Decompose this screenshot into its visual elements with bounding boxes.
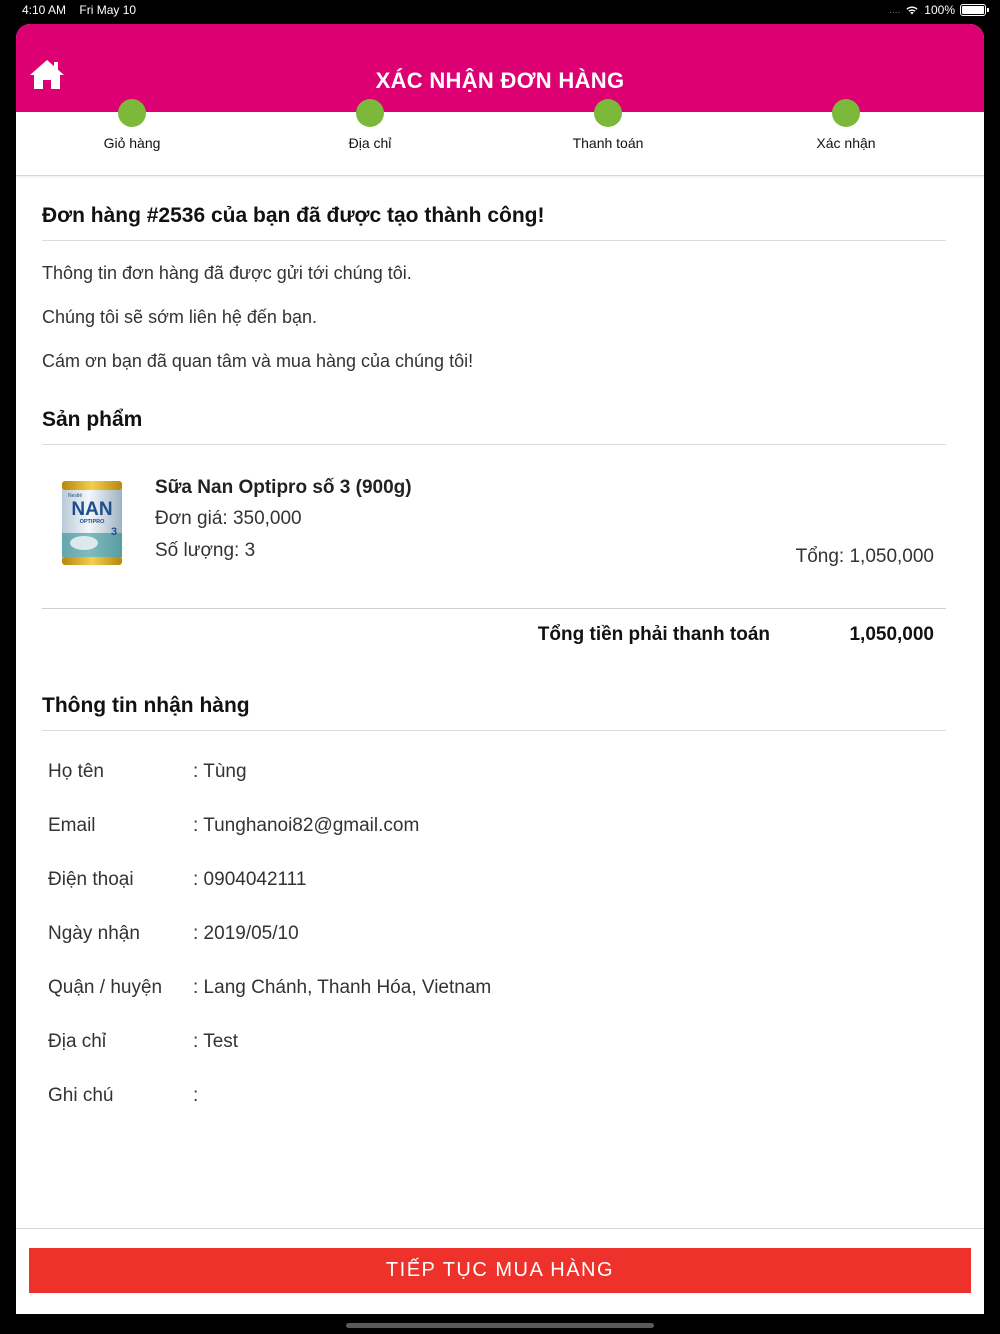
info-label: Điện thoại <box>48 869 134 890</box>
footer-bar: TIẾP TỤC MUA HÀNG <box>16 1228 984 1314</box>
info-value: : <box>193 1085 199 1106</box>
home-indicator[interactable] <box>346 1323 654 1328</box>
info-row-district: Quận / huyện : Lang Chánh, Thanh Hóa, Vi… <box>42 961 946 1015</box>
page-title: XÁC NHẬN ĐƠN HÀNG <box>375 68 625 93</box>
info-row-phone: Điện thoại : 0904042111 <box>42 853 946 907</box>
info-value: : 2019/05/10 <box>193 923 299 944</box>
info-label: Ngày nhận <box>48 923 140 944</box>
status-time: 4:10 AM <box>22 3 67 17</box>
grand-total-label: Tổng tiền phải thanh toán <box>537 624 770 645</box>
info-value: : Lang Chánh, Thanh Hóa, Vietnam <box>193 977 492 998</box>
step-dot <box>594 99 622 127</box>
info-value: : 0904042111 <box>193 869 307 890</box>
info-row-date: Ngày nhận : 2019/05/10 <box>42 907 946 961</box>
info-value: : Tùng <box>193 761 247 782</box>
info-label: Quận / huyện <box>48 977 163 998</box>
svg-text:NAN: NAN <box>71 499 112 520</box>
step-cart: Giỏ hàng <box>52 99 212 151</box>
info-label: Ghi chú <box>48 1085 114 1106</box>
step-label: Thanh toán <box>572 135 644 151</box>
info-row-name: Họ tên : Tùng <box>42 745 946 799</box>
battery-icon <box>960 4 989 16</box>
products-section-title: Sản phẩm <box>42 408 946 445</box>
product-unit-price: Đơn giá: 350,000 <box>155 508 302 529</box>
shipping-info-list: Họ tên : Tùng Email : Tunghanoi82@gmail.… <box>42 745 946 1123</box>
product-quantity: Số lượng: 3 <box>155 540 256 561</box>
status-time-date: 4:10 AM Fri May 10 <box>22 3 146 17</box>
step-payment: Thanh toán <box>528 99 688 151</box>
info-row-email: Email : Tunghanoi82@gmail.com <box>42 799 946 853</box>
app-screen: XÁC NHẬN ĐƠN HÀNG Giỏ hàng Địa chỉ Thanh… <box>16 24 984 1314</box>
info-label: Họ tên <box>48 761 104 782</box>
step-confirm: Xác nhận <box>766 99 926 151</box>
order-success-title: Đơn hàng #2536 của bạn đã được tạo thành… <box>42 176 946 241</box>
info-label: Email <box>48 815 96 836</box>
step-dot <box>356 99 384 127</box>
continue-shopping-button[interactable]: TIẾP TỤC MUA HÀNG <box>29 1248 971 1293</box>
info-row-address: Địa chỉ : Test <box>42 1015 946 1069</box>
grand-total-value: 1,050,000 <box>849 624 934 645</box>
step-label: Giỏ hàng <box>103 135 161 151</box>
status-date: Fri May 10 <box>79 3 137 17</box>
wifi-icon <box>906 6 918 15</box>
svg-text:3: 3 <box>111 526 117 538</box>
step-dot <box>832 99 860 127</box>
battery-percent: 100% <box>924 3 955 17</box>
order-content: Đơn hàng #2536 của bạn đã được tạo thành… <box>16 176 984 1123</box>
shipping-section-title: Thông tin nhận hàng <box>42 694 946 731</box>
info-value: : Test <box>193 1031 239 1052</box>
status-bar: 4:10 AM Fri May 10 .... 100% <box>0 0 1000 22</box>
order-message: Chúng tôi sẽ sớm liên hệ đến bạn. <box>42 307 317 327</box>
svg-text:OPTIPRO: OPTIPRO <box>80 519 105 525</box>
order-message: Cám ơn bạn đã quan tâm và mua hàng của c… <box>42 351 474 371</box>
status-indicators: .... 100% <box>889 3 989 17</box>
checkout-stepper: Giỏ hàng Địa chỉ Thanh toán Xác nhận <box>16 99 984 176</box>
product-line-total: Tổng: 1,050,000 <box>795 546 934 567</box>
order-message: Thông tin đơn hàng đã được gửi tới chúng… <box>42 263 412 283</box>
grand-total-row: Tổng tiền phải thanh toán 1,050,000 <box>42 609 946 661</box>
info-label: Địa chỉ <box>48 1031 107 1052</box>
info-row-note: Ghi chú : <box>42 1069 946 1123</box>
product-item: Nestlé NAN OPTIPRO 3 Sữa Nan Optipro số … <box>42 445 946 609</box>
info-value: : Tunghanoi82@gmail.com <box>193 815 420 836</box>
product-image[interactable]: Nestlé NAN OPTIPRO 3 <box>56 477 128 569</box>
signal-dots: .... <box>889 4 901 16</box>
product-name: Sữa Nan Optipro số 3 (900g) <box>155 477 412 498</box>
step-address: Địa chỉ <box>290 99 450 151</box>
step-label: Xác nhận <box>816 135 876 151</box>
step-dot <box>118 99 146 127</box>
step-label: Địa chỉ <box>348 135 392 151</box>
